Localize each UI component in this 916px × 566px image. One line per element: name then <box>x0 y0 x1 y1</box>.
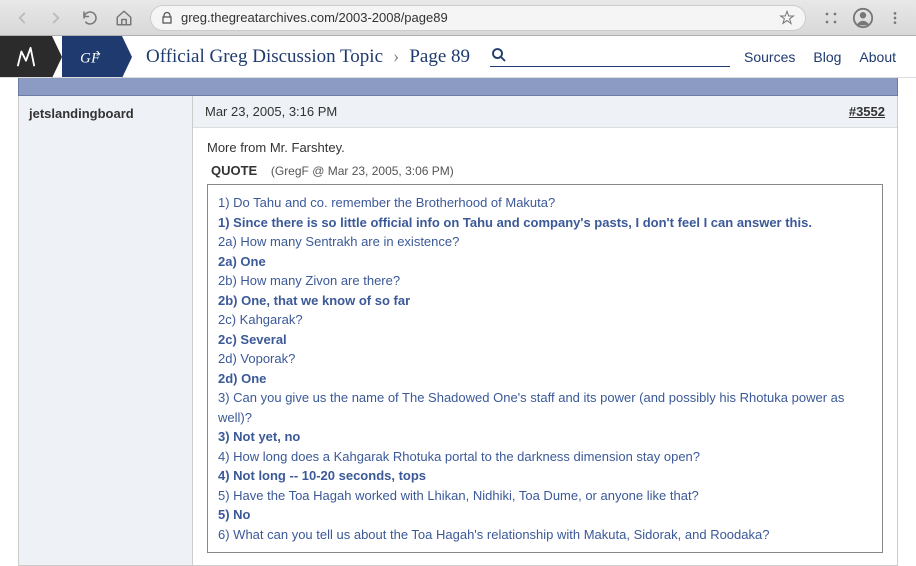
quote-meta: (GregF @ Mar 23, 2005, 3:06 PM) <box>271 164 454 178</box>
post-username[interactable]: jetslandingboard <box>29 106 182 121</box>
breadcrumb-separator: › <box>393 46 399 68</box>
quote-line: 2c) Several <box>218 330 872 350</box>
quote-line: 5) Have the Toa Hagah worked with Lhikan… <box>218 486 872 506</box>
quote-line: 1) Do Tahu and co. remember the Brotherh… <box>218 193 872 213</box>
quote-line: 4) Not long -- 10-20 seconds, tops <box>218 466 872 486</box>
svg-text:G: G <box>80 50 91 66</box>
post-date: Mar 23, 2005, 3:16 PM <box>205 104 337 119</box>
about-link[interactable]: About <box>859 49 896 65</box>
quote-line: 3) Can you give us the name of The Shado… <box>218 388 872 427</box>
sources-link[interactable]: Sources <box>744 49 795 65</box>
home-button[interactable] <box>110 4 138 32</box>
breadcrumb-page: Page 89 <box>409 46 470 68</box>
quote-line: 2a) How many Sentrakh are in existence? <box>218 232 872 252</box>
svg-text:F: F <box>90 50 101 66</box>
quote-line: 2d) Voporak? <box>218 349 872 369</box>
profile-icon[interactable] <box>850 5 876 31</box>
quote-line: 4) How long does a Kahgarak Rhotuka port… <box>218 447 872 467</box>
lock-icon <box>161 11 173 25</box>
quote-box: 1) Do Tahu and co. remember the Brotherh… <box>207 184 883 553</box>
search-icon <box>490 46 508 64</box>
quote-line: 2d) One <box>218 369 872 389</box>
back-button[interactable] <box>8 4 36 32</box>
post: jetslandingboard Mar 23, 2005, 3:16 PM #… <box>18 96 898 566</box>
url-bar[interactable]: greg.thegreatarchives.com/2003-2008/page… <box>150 5 806 31</box>
quote-line: 6) What can you tell us about the Toa Ha… <box>218 525 872 545</box>
site-header: GF Official Greg Discussion Topic › Page… <box>0 36 916 78</box>
quote-line: 2b) One, that we know of so far <box>218 291 872 311</box>
header-links: Sources Blog About <box>744 49 916 65</box>
quote-line: 2a) One <box>218 252 872 272</box>
quote-line: 1) Since there is so little official inf… <box>218 213 872 233</box>
browser-toolbar: greg.thegreatarchives.com/2003-2008/page… <box>0 0 916 36</box>
quote-header: QUOTE (GregF @ Mar 23, 2005, 3:06 PM) <box>211 163 879 178</box>
quote-label: QUOTE <box>211 163 257 178</box>
quote-line: 2c) Kahgarak? <box>218 310 872 330</box>
reload-button[interactable] <box>76 4 104 32</box>
content-area: jetslandingboard Mar 23, 2005, 3:16 PM #… <box>0 78 916 566</box>
post-body: More from Mr. Farshtey. QUOTE (GregF @ M… <box>193 128 897 565</box>
post-sidebar: jetslandingboard <box>19 96 193 565</box>
extensions-icon[interactable] <box>818 5 844 31</box>
breadcrumb: Official Greg Discussion Topic › Page 89 <box>146 46 470 68</box>
logo-gf[interactable]: GF <box>62 36 122 77</box>
quote-line: 3) Not yet, no <box>218 427 872 447</box>
header-search[interactable] <box>490 46 730 67</box>
breadcrumb-topic-link[interactable]: Official Greg Discussion Topic <box>146 46 383 68</box>
logo-triangle-icon[interactable] <box>0 36 52 77</box>
url-text: greg.thegreatarchives.com/2003-2008/page… <box>181 10 771 25</box>
menu-icon[interactable] <box>882 5 908 31</box>
quote-line: 5) No <box>218 505 872 525</box>
post-main: Mar 23, 2005, 3:16 PM #3552 More from Mr… <box>193 96 897 565</box>
star-icon[interactable] <box>779 10 795 26</box>
post-intro: More from Mr. Farshtey. <box>207 140 883 155</box>
post-header: Mar 23, 2005, 3:16 PM #3552 <box>193 96 897 128</box>
logo-area: GF <box>0 36 122 77</box>
blog-link[interactable]: Blog <box>813 49 841 65</box>
post-separator-bar <box>18 78 898 96</box>
quote-line: 2b) How many Zivon are there? <box>218 271 872 291</box>
forward-button[interactable] <box>42 4 70 32</box>
post-number-link[interactable]: #3552 <box>849 104 885 119</box>
